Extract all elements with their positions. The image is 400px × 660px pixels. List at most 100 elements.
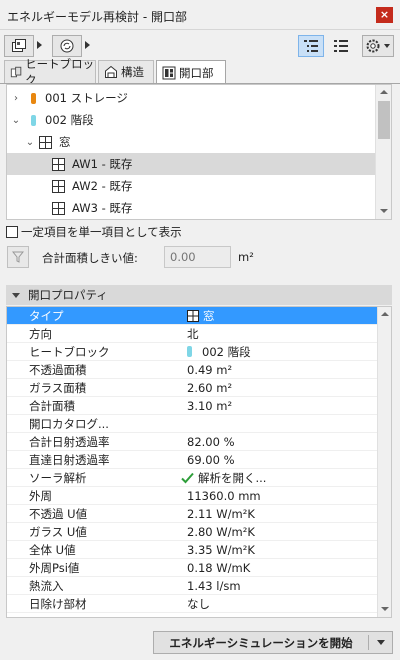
property-row-opaque-u-value[interactable]: 不透過 U値 2.11 W/m²K <box>7 505 377 523</box>
property-value: 82.00 % <box>187 434 235 449</box>
single-item-checkbox[interactable] <box>6 226 18 238</box>
heat-block-marker <box>187 346 192 357</box>
property-row-overall-u-value[interactable]: 全体 U値 3.35 W/m²K <box>7 541 377 559</box>
tab-structure-label: 構造 <box>121 65 144 79</box>
window-icon <box>187 309 199 322</box>
section-title: 開口プロパティ <box>28 288 108 302</box>
property-value: 69.00 % <box>187 452 235 467</box>
property-row-glass-u-value[interactable]: ガラス U値 2.80 W/m²K <box>7 523 377 541</box>
tree-item-aw1[interactable]: AW1 - 既存 <box>7 153 375 175</box>
property-key: 不透過 U値 <box>29 506 88 521</box>
scroll-up-icon[interactable] <box>380 90 388 94</box>
property-row-direct-solar-transmittance[interactable]: 直達日射透過率 69.00 % <box>7 451 377 469</box>
tab-openings-label: 開口部 <box>179 65 214 80</box>
property-value: 2.80 W/m²K <box>187 524 255 539</box>
chevron-right-icon[interactable]: › <box>9 93 23 104</box>
property-key: 外周Psi値 <box>29 560 80 575</box>
chevron-down-icon[interactable]: ⌄ <box>23 137 37 148</box>
open-analysis-link[interactable]: 解析を開く... <box>198 470 266 486</box>
property-row-perimeter-psi[interactable]: 外周Psi値 0.18 W/mK <box>7 559 377 577</box>
scroll-down-icon[interactable] <box>380 209 388 213</box>
scroll-up-icon[interactable] <box>381 312 389 316</box>
tree-item-aw3[interactable]: AW3 - 既存 <box>7 197 375 219</box>
gear-icon <box>366 39 380 53</box>
checkmark-icon <box>181 472 194 483</box>
window-icon <box>52 201 65 215</box>
property-key: タイプ <box>29 308 64 323</box>
threshold-label: 合計面積しきい値: <box>42 251 138 265</box>
properties-scrollbar[interactable] <box>377 307 391 617</box>
tab-openings[interactable]: 開口部 <box>156 60 226 84</box>
structure-icon <box>105 65 117 78</box>
opening-properties-header[interactable]: 開口プロパティ <box>6 285 392 305</box>
simulation-options-dropdown[interactable] <box>369 640 392 645</box>
property-value: 窓 <box>203 308 215 323</box>
filter-button[interactable] <box>7 246 29 268</box>
refresh-button[interactable] <box>52 35 82 57</box>
tree-item-label: 窓 <box>59 135 71 149</box>
property-row-solar-analysis[interactable]: ソーラ解析 解析を開く... <box>7 469 377 487</box>
tree-item-label: 001 ストレージ <box>45 91 128 105</box>
property-key: 全体 U値 <box>29 542 76 557</box>
tree-item-label: AW2 - 既存 <box>72 179 133 193</box>
single-item-option[interactable]: 一定項目を単一項目として表示 <box>6 224 182 240</box>
tree-item-window-group[interactable]: ⌄ 窓 <box>7 131 375 153</box>
property-row-glass-area[interactable]: ガラス面積 2.60 m² <box>7 379 377 397</box>
property-row-type[interactable]: タイプ 窓 <box>7 307 377 325</box>
filter-icon <box>12 251 24 263</box>
property-value: なし <box>187 596 210 611</box>
start-energy-simulation-button[interactable]: エネルギーシミュレーションを開始 <box>153 631 393 654</box>
properties-table: タイプ 窓 方向 北 ヒートブロック 002 階段 不透過面積 0.49 m² … <box>6 306 392 618</box>
openings-icon <box>162 66 176 79</box>
property-value: 11360.0 mm <box>187 488 261 503</box>
property-value: 3.10 m² <box>187 398 233 413</box>
property-key: 熱流入 <box>29 578 64 593</box>
opening-tree: › 001 ストレージ ⌄ 002 階段 ⌄ 窓 AW1 - 既存 AW2 - … <box>6 84 392 220</box>
property-key: 直達日射透過率 <box>29 452 110 467</box>
collapse-icon[interactable] <box>12 292 20 298</box>
property-row-total-solar-transmittance[interactable]: 合計日射透過率 82.00 % <box>7 433 377 451</box>
window-title: エネルギーモデル再検討 - 開口部 <box>7 10 187 24</box>
scroll-down-icon[interactable] <box>381 607 389 611</box>
refresh-menu-arrow[interactable] <box>85 41 90 49</box>
model-view-button[interactable] <box>4 35 34 57</box>
chevron-down-icon[interactable]: ⌄ <box>9 115 23 126</box>
tree-item-aw2[interactable]: AW2 - 既存 <box>7 175 375 197</box>
refresh-icon <box>60 39 74 53</box>
property-key: ソーラ解析 <box>29 470 87 485</box>
tree-item-storage[interactable]: › 001 ストレージ <box>7 87 375 109</box>
property-row-infiltration[interactable]: 熱流入 1.43 l/sm <box>7 577 377 595</box>
property-value: 2.60 m² <box>187 380 233 395</box>
property-value: 北 <box>187 326 199 341</box>
threshold-input[interactable] <box>164 246 231 268</box>
property-value: 002 階段 <box>202 344 251 359</box>
property-key: 不透過面積 <box>29 362 87 377</box>
tree-item-label: AW1 - 既存 <box>72 157 133 171</box>
property-value: 2.11 W/m²K <box>187 506 255 521</box>
property-row-opening-catalog[interactable]: 開口カタログ... <box>7 415 377 433</box>
close-button[interactable]: × <box>376 7 393 23</box>
property-value: 0.18 W/mK <box>187 560 251 575</box>
tab-heat-block[interactable]: ヒートブロック <box>4 57 96 87</box>
property-key: ガラス U値 <box>29 524 87 539</box>
single-item-label: 一定項目を単一項目として表示 <box>21 225 182 239</box>
settings-button[interactable] <box>362 35 394 57</box>
property-row-total-area[interactable]: 合計面積 3.10 m² <box>7 397 377 415</box>
property-key: 合計日射透過率 <box>29 434 110 449</box>
tree-view-button[interactable] <box>298 35 324 57</box>
property-row-perimeter[interactable]: 外周 11360.0 mm <box>7 487 377 505</box>
list-view-button[interactable] <box>328 35 354 57</box>
property-row-shading[interactable]: 日除け部材 なし <box>7 595 377 613</box>
opening-catalog-link[interactable]: 開口カタログ... <box>7 416 173 432</box>
property-row-heat-block[interactable]: ヒートブロック 002 階段 <box>7 343 377 361</box>
tree-scrollbar[interactable] <box>375 85 391 219</box>
chevron-down-icon <box>376 640 385 645</box>
tree-item-stairs[interactable]: ⌄ 002 階段 <box>7 109 375 131</box>
tab-structure[interactable]: 構造 <box>98 60 154 83</box>
property-row-opaque-area[interactable]: 不透過面積 0.49 m² <box>7 361 377 379</box>
window-icon <box>39 135 52 149</box>
property-row-orientation[interactable]: 方向 北 <box>7 325 377 343</box>
settings-dropdown-icon <box>384 44 390 48</box>
tree-scroll-thumb[interactable] <box>378 101 390 139</box>
model-view-menu-arrow[interactable] <box>37 41 42 49</box>
